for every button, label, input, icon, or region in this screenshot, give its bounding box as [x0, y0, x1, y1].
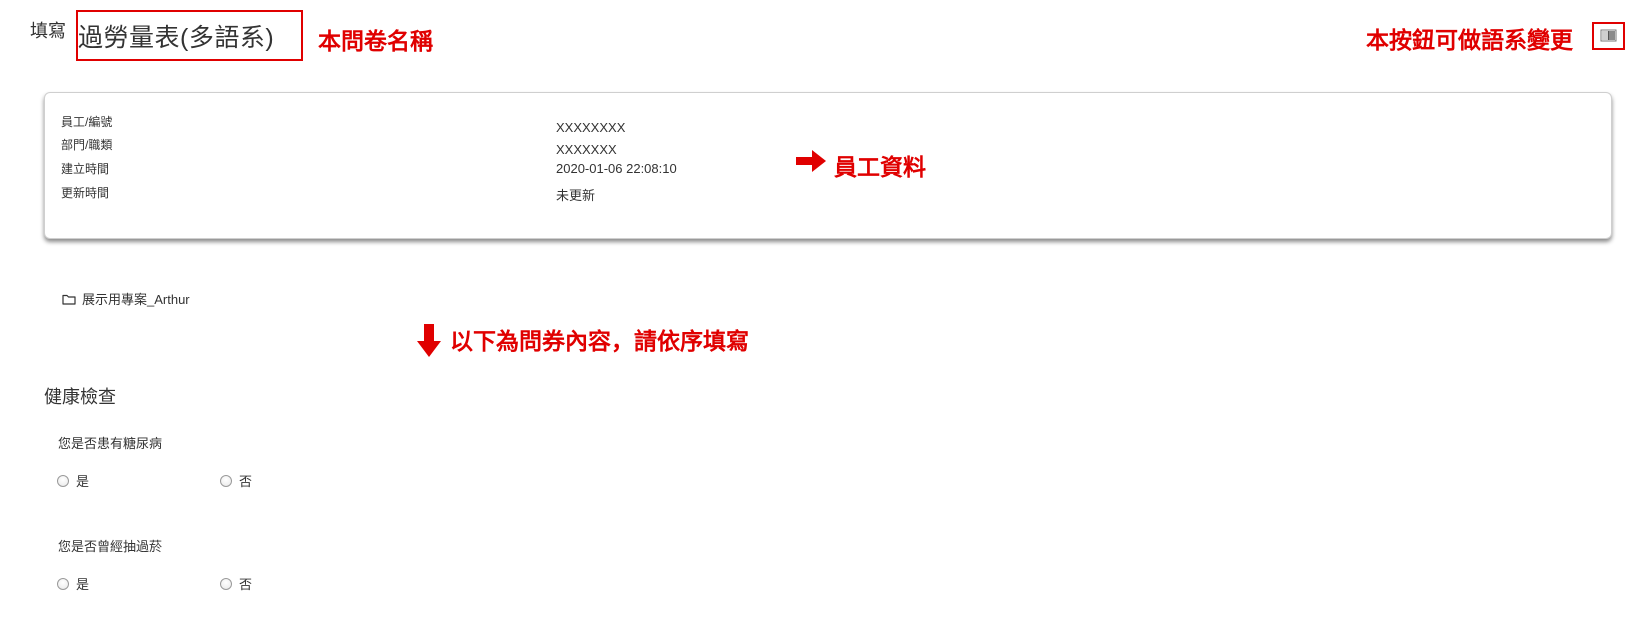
employee-info-card — [44, 92, 1612, 239]
annotation-employee: 員工資料 — [834, 154, 926, 180]
question-1-option-no[interactable]: 否 — [220, 471, 252, 490]
question-2-option-yes[interactable]: 是 — [57, 574, 89, 593]
question-2-option-no[interactable]: 否 — [220, 574, 252, 593]
employee-id-value: XXXXXXXX — [556, 120, 626, 135]
annotation-title: 本問卷名稱 — [318, 28, 433, 54]
option-label: 是 — [76, 474, 90, 489]
option-label: 否 — [239, 577, 253, 592]
folder-icon — [62, 294, 76, 305]
flag-icon — [1600, 29, 1617, 42]
project-row: 展示用專案_Arthur — [62, 289, 190, 308]
option-label: 否 — [239, 474, 253, 489]
question-2: 您是否曾經抽過菸 — [58, 539, 163, 554]
department-value: XXXXXXX — [556, 142, 617, 157]
radio-button[interactable] — [57, 577, 69, 590]
project-name: 展示用專案_Arthur — [82, 292, 190, 307]
department-label: 部門/職類 — [61, 138, 113, 152]
created-time-label: 建立時間 — [61, 162, 110, 176]
annotation-language: 本按鈕可做語系變更 — [1366, 27, 1573, 53]
header-prefix: 填寫 — [30, 21, 66, 41]
created-time-value: 2020-01-06 22:08:10 — [556, 161, 677, 176]
updated-time-value: 未更新 — [556, 188, 596, 203]
annotation-content: 以下為問券內容，請依序填寫 — [450, 328, 749, 354]
updated-time-label: 更新時間 — [61, 186, 110, 200]
radio-button[interactable] — [57, 474, 69, 487]
survey-title: 過勞量表(多語系) — [78, 24, 275, 52]
language-switch-button[interactable] — [1599, 27, 1618, 44]
section-title: 健康檢查 — [44, 387, 116, 407]
arrow-down-icon — [417, 324, 441, 357]
option-label: 是 — [76, 577, 90, 592]
radio-button[interactable] — [220, 474, 232, 487]
question-1-option-yes[interactable]: 是 — [57, 471, 89, 490]
arrow-right-icon — [796, 150, 826, 172]
question-1: 您是否患有糖尿病 — [58, 436, 163, 451]
employee-id-label: 員工/編號 — [61, 115, 113, 129]
radio-button[interactable] — [220, 577, 232, 590]
